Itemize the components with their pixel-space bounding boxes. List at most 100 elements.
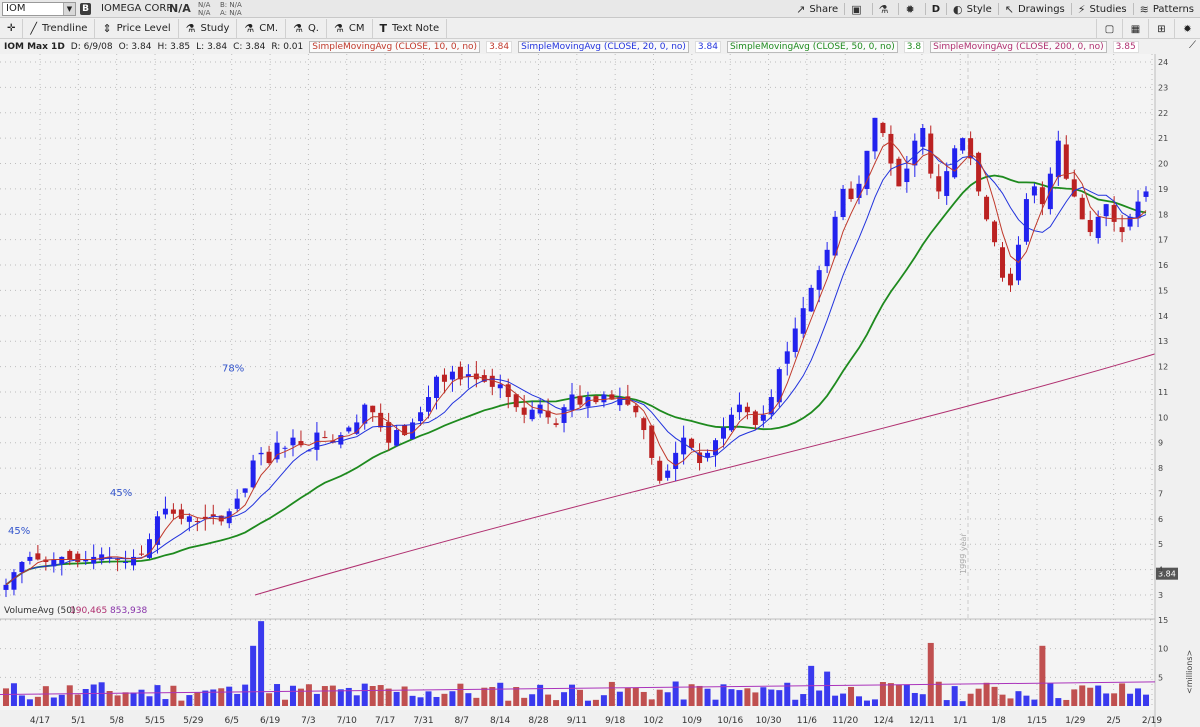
vol-unit: <millions> [1185, 650, 1194, 694]
volume-bar [712, 699, 719, 706]
single-layout-button[interactable]: ▢ [1096, 19, 1122, 39]
date-tick: 7/10 [337, 716, 357, 726]
price-level-tool[interactable]: ⇕ Price Level [95, 18, 179, 39]
candle-body [840, 188, 846, 218]
volume-bar [449, 691, 456, 706]
sma200-label[interactable]: SimpleMovingAvg (CLOSE, 200, 0, no) [930, 41, 1107, 53]
candle-body [35, 553, 41, 560]
drawings-button[interactable]: ↖ Drawings [999, 0, 1071, 18]
studies-button[interactable]: ⚡ Studies [1072, 0, 1133, 18]
sma10-label[interactable]: SimpleMovingAvg (CLOSE, 10, 0, no) [309, 41, 481, 53]
volume-bar [26, 699, 33, 706]
volume-bar [305, 684, 312, 706]
volume-bar [1103, 693, 1110, 706]
date-tick: 1/15 [1027, 716, 1047, 726]
cm-dot-tool[interactable]: ⚗ CM. [237, 18, 287, 39]
crosshair-toggle[interactable]: ⟋ [1189, 40, 1196, 51]
candle-body [170, 509, 176, 514]
candle-body [920, 127, 926, 147]
price-tick: 23 [1158, 83, 1168, 92]
candle-body [760, 414, 766, 421]
volume-bar [991, 686, 998, 706]
candle-body [736, 404, 742, 413]
candle-body [625, 396, 631, 405]
bid-ask: B: N/A A: N/A [220, 1, 242, 17]
period-button[interactable]: D [926, 0, 946, 18]
volume-bar [66, 685, 73, 706]
candle-body [59, 556, 65, 564]
date-tick: 1/8 [991, 716, 1006, 726]
volume-bar [417, 697, 424, 706]
price-chart[interactable]: 1999 year 45%45%78%3.84 3456789101112131… [0, 54, 1200, 727]
date-tick: 7/3 [301, 716, 315, 726]
volume-bar [393, 691, 400, 706]
volume-bar [696, 685, 703, 706]
candle-body [808, 287, 814, 312]
flask-button[interactable]: ⚗ [873, 0, 899, 18]
symbol-input[interactable]: IOM ▼ [2, 2, 76, 16]
volume-bar [194, 692, 201, 706]
low-value: L: 3.84 [196, 42, 228, 52]
chevron-down-icon[interactable]: ▼ [63, 3, 75, 15]
top-right-buttons: ↗ Share ▣ ⚗ ✹ D ◐ Style ↖ Drawings ⚡ Studies… [790, 0, 1200, 18]
volume-bar [760, 687, 767, 706]
chart-settings-button[interactable]: ✹ [1174, 19, 1200, 39]
candle-body [3, 584, 9, 590]
candle-body [872, 117, 878, 152]
volume-study-label[interactable]: VolumeAvg (50) [4, 606, 75, 616]
share-button[interactable]: ↗ Share [790, 0, 844, 18]
volume-bar [1055, 698, 1062, 706]
date-tick: 5/8 [109, 716, 124, 726]
volume-bar [800, 694, 807, 706]
volume-bar [680, 699, 687, 706]
volume-bar [1023, 695, 1030, 706]
volume-bar [74, 694, 81, 706]
patterns-button[interactable]: ≋ Patterns [1134, 0, 1200, 18]
date-tick: 6/5 [224, 716, 238, 726]
sma20-label[interactable]: SimpleMovingAvg (CLOSE, 20, 0, no) [518, 41, 689, 53]
volume-bar [409, 695, 416, 706]
text-note-tool[interactable]: T Text Note [373, 18, 448, 39]
candle-body [816, 270, 822, 290]
flexible-grid-button[interactable]: ⊞ [1148, 19, 1174, 39]
candle-body [896, 158, 902, 187]
close-value: C: 3.84 [233, 42, 266, 52]
candle-body [641, 418, 647, 431]
screenshot-button[interactable]: ▣ [845, 0, 871, 18]
candle-body [449, 371, 455, 380]
cm-tool[interactable]: ⚗ CM [327, 18, 373, 39]
candle-body [744, 406, 750, 413]
date-tick: 7/31 [413, 716, 433, 726]
cursor-tool[interactable]: ✛ [0, 18, 24, 39]
candle-body [11, 572, 17, 590]
price-tick: 6 [1158, 515, 1163, 524]
sma50-label[interactable]: SimpleMovingAvg (CLOSE, 50, 0, no) [726, 41, 898, 53]
candle-body [633, 405, 639, 413]
candle-body [705, 452, 711, 458]
price-pane [0, 54, 1155, 619]
price-tick: 22 [1158, 109, 1168, 118]
candle-body [784, 351, 790, 364]
volume-bar [138, 689, 145, 706]
candle-body [1031, 186, 1037, 196]
price-tick: 24 [1158, 58, 1168, 67]
study-tool[interactable]: ⚗ Study [179, 18, 238, 39]
volume-bar [1015, 691, 1022, 706]
style-button[interactable]: ◐ Style [947, 0, 998, 18]
volume-bar [840, 693, 847, 706]
price-tick: 19 [1158, 185, 1168, 194]
volume-bar [887, 683, 894, 706]
volume-bar [250, 645, 257, 706]
settings-button[interactable]: ✹ [899, 0, 924, 18]
volume-bar [321, 686, 328, 706]
volume-bar [234, 693, 241, 706]
trendline-tool[interactable]: ╱ Trendline [23, 18, 96, 39]
candle-body [848, 188, 854, 200]
q-tool[interactable]: ⚗ Q. [286, 18, 327, 39]
candle-body [577, 395, 583, 405]
grid-layout-button[interactable]: ▦ [1122, 19, 1148, 39]
candle-body [266, 451, 272, 464]
price-tick: 9 [1158, 439, 1163, 448]
price-tick: 16 [1158, 261, 1168, 270]
candle-body [521, 407, 527, 415]
